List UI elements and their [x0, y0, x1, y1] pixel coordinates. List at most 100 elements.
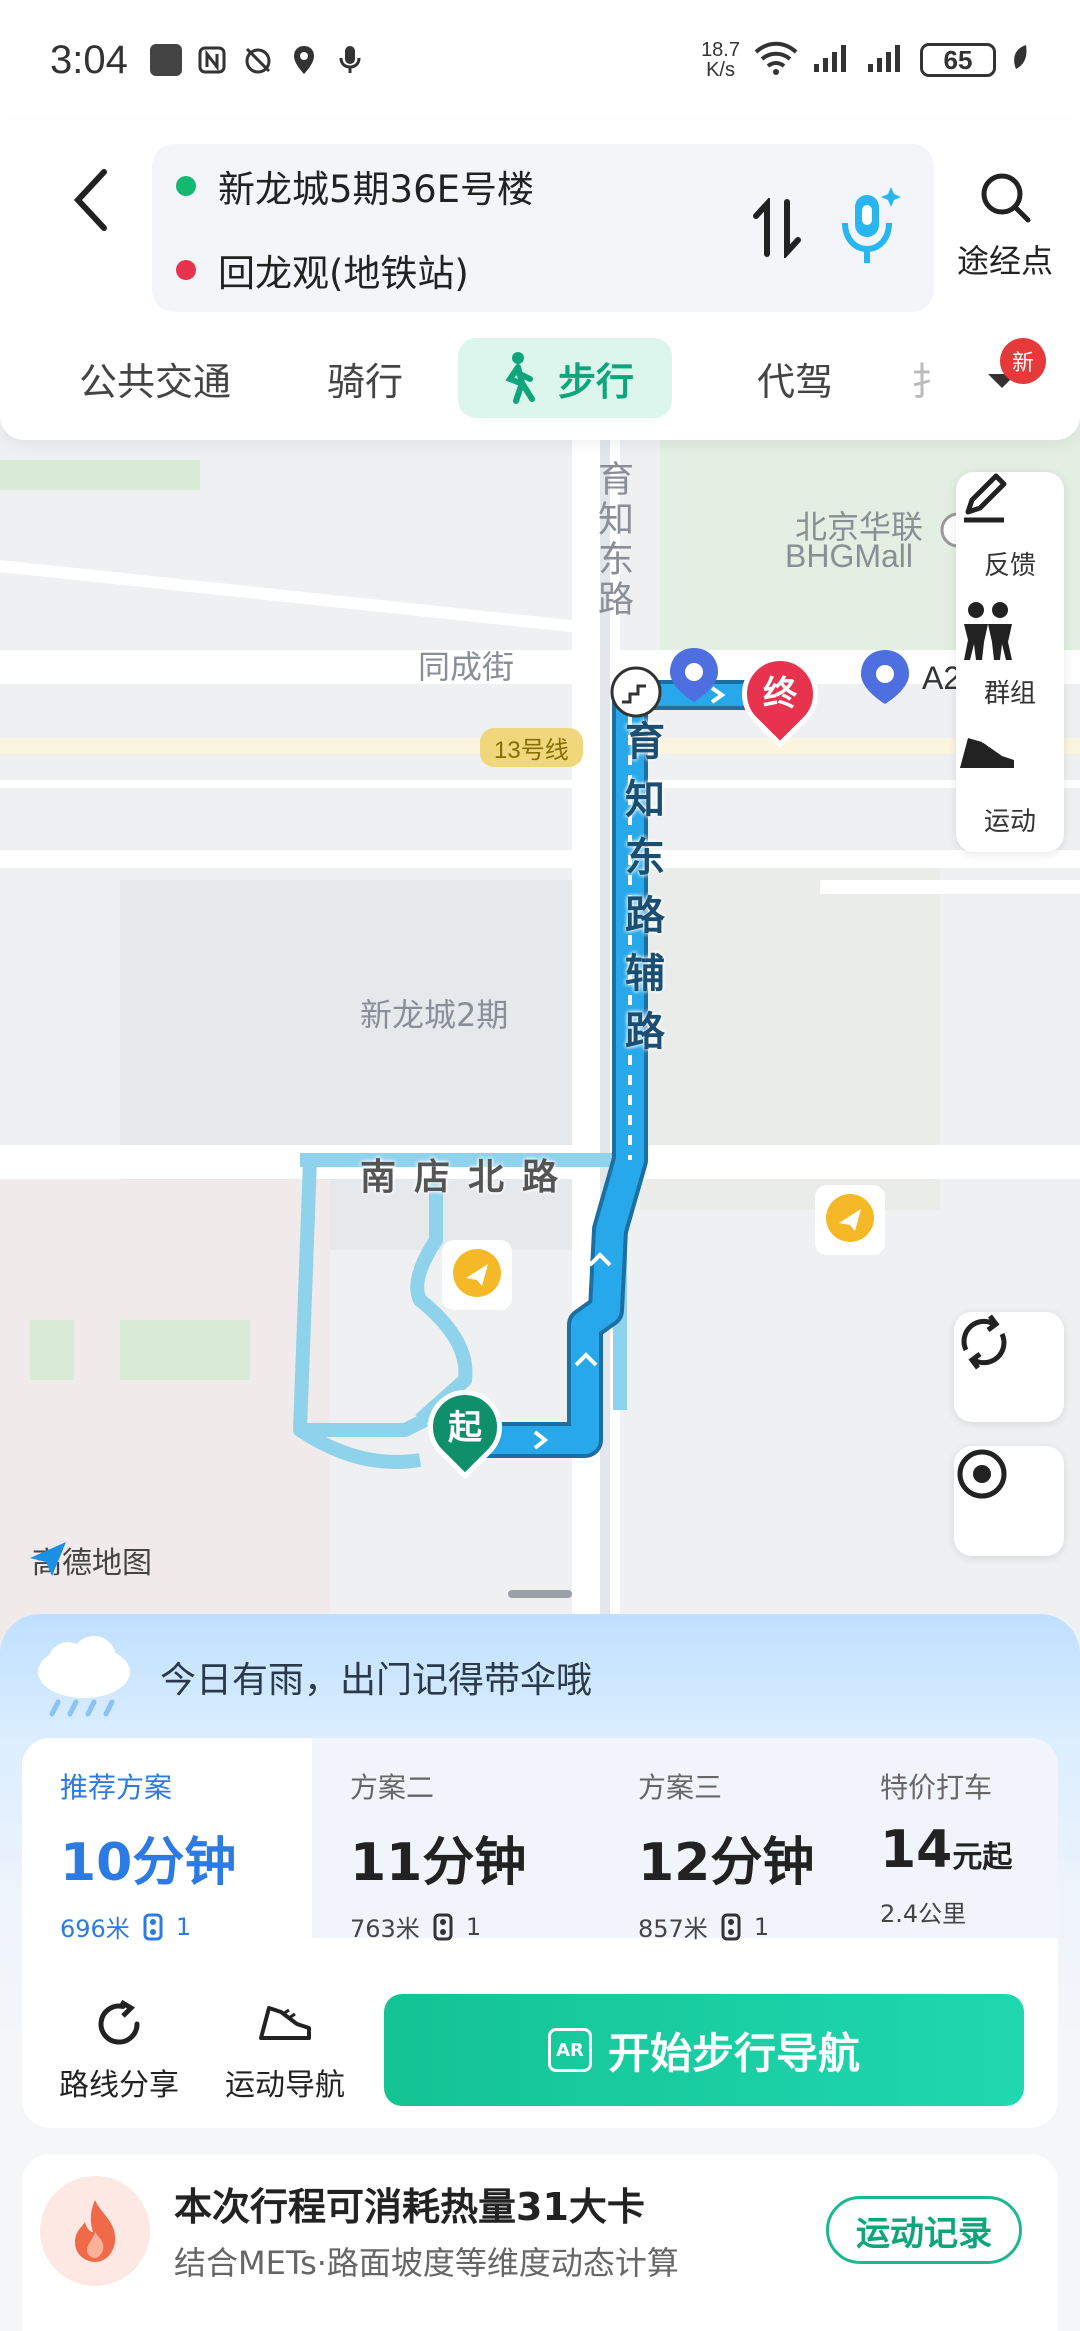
refresh-icon [961, 1314, 1007, 1370]
plan-details: 763米 1 [350, 1909, 592, 1944]
group-icon [964, 602, 1012, 660]
route-bottom-sheet: 今日有雨，出门记得带伞哦 推荐方案 10分钟 696米 1 方案二 11分钟 7… [0, 1614, 1080, 2331]
swap-route-button[interactable] [742, 188, 812, 268]
end-location-field[interactable]: 回龙观(地铁站) [176, 228, 736, 312]
map-view[interactable]: 育知东路 同成街 新龙城2期 北京华联 BHGMall A2 13号线 育知东路… [0, 420, 1080, 1660]
plan-name: 方案二 [350, 1771, 435, 1804]
weather-text: 今日有雨，出门记得带伞哦 [160, 1660, 593, 1701]
map-label-tongcheng-street: 同成街 [418, 648, 515, 686]
end-pin-label: 终 [763, 674, 797, 714]
traffic-light-icon [433, 1913, 453, 1940]
tab-label: 扌 [910, 359, 949, 404]
voice-mic-icon [842, 187, 901, 263]
plan-distance: 696米 [60, 1915, 130, 1943]
share-icon [98, 1999, 140, 2045]
plan-details: 857米 1 [638, 1909, 880, 1944]
plan-time: 14元起 [880, 1820, 1058, 1880]
plan-recommended[interactable]: 推荐方案 10分钟 696米 1 [22, 1738, 302, 1943]
group-button[interactable]: 群组 [956, 600, 1064, 720]
sport-record-button[interactable]: 运动记录 [826, 2196, 1022, 2264]
plan-lights: 1 [753, 1912, 770, 1941]
route-input-box: 新龙城5期36E号楼 回龙观(地铁站) [152, 144, 934, 312]
new-badge: 新 [1000, 338, 1046, 384]
sport-shoe-icon [960, 736, 1014, 768]
travel-mode-tabs: 公共交通 骑行 步行 代驾 扌 新 [0, 338, 1080, 422]
swap-icon [753, 198, 801, 258]
feedback-button[interactable]: 反馈 [956, 472, 1064, 592]
ar-icon: AR [547, 2028, 592, 2072]
map-canvas [0, 420, 1080, 1660]
refresh-route-button[interactable] [954, 1312, 1064, 1422]
back-button[interactable] [60, 160, 120, 240]
map-label-yuzhi-road: 育知东路 [592, 460, 633, 620]
plan-two[interactable]: 方案二 11分钟 763米 1 [312, 1738, 592, 1943]
map-label-xinlongcheng: 新龙城2期 [360, 996, 509, 1034]
tab-label: 代驾 [756, 359, 833, 404]
plan-distance: 2.4公里 [880, 1900, 967, 1928]
start-walking-navigation-button[interactable]: AR 开始步行导航 [384, 1994, 1024, 2106]
nfc-icon [196, 44, 228, 76]
net-speed-unit: K/s [706, 59, 735, 81]
sport-button[interactable]: 运动 [956, 728, 1064, 848]
tab-walking[interactable]: 步行 [458, 338, 672, 418]
net-speed-value: 18.7 [701, 39, 740, 61]
start-location-field[interactable]: 新龙城5期36E号楼 [176, 144, 736, 228]
locate-button[interactable] [954, 1446, 1064, 1556]
plan-name: 特价打车 [880, 1771, 993, 1804]
sheet-drag-handle[interactable] [508, 1590, 572, 1598]
start-pin-label: 起 [448, 1408, 482, 1448]
tab-label: 公共交通 [78, 359, 231, 404]
tab-cycling[interactable]: 骑行 [300, 338, 430, 418]
end-dot-icon [176, 260, 196, 280]
status-time: 3:04 [50, 37, 128, 82]
status-notification-icons [149, 44, 366, 76]
tab-designated-driver[interactable]: 代驾 [730, 338, 860, 418]
microphone-icon [334, 44, 366, 76]
voice-input-button[interactable] [828, 180, 912, 276]
waypoint-button[interactable]: 途经点 [950, 170, 1060, 290]
sport-nav-button[interactable]: 运动导航 [210, 1998, 360, 2108]
back-arrow-icon [73, 169, 107, 231]
flame-icon [40, 2176, 150, 2286]
route-road-label: 育知东路辅路 [618, 720, 664, 1068]
amap-logo: 高德地图 [26, 1538, 152, 1582]
signal-icon-1 [812, 42, 852, 78]
tab-public-transit[interactable]: 公共交通 [60, 338, 250, 418]
taxi-price: 14 [880, 1820, 953, 1880]
metro-line-13-label: 13号线 [480, 728, 583, 767]
route-plans-card: 推荐方案 10分钟 696米 1 方案二 11分钟 763米 1 方案三 12分… [22, 1738, 1058, 2128]
tab-label: 骑行 [326, 359, 403, 404]
tab-more-partial[interactable]: 扌 [900, 338, 960, 418]
map-label-bhgmall: BHGMall [785, 538, 914, 574]
traffic-light-icon [143, 1913, 163, 1940]
feedback-icon [964, 473, 1007, 523]
tab-label: 步行 [557, 359, 634, 404]
map-side-panel: 反馈 群组 运动 [956, 472, 1064, 852]
plan-taxi[interactable]: 特价打车 14元起 2.4公里 [850, 1738, 1058, 1938]
search-icon [981, 173, 1031, 223]
plan-details: 2.4公里 [880, 1894, 1058, 1929]
plan-distance: 763米 [350, 1915, 420, 1943]
plan-name: 推荐方案 [60, 1771, 173, 1804]
waypoint-label: 途经点 [956, 242, 1053, 280]
wifi-icon [754, 41, 798, 79]
calorie-title: 本次行程可消耗热量31大卡 [174, 2185, 645, 2229]
map-label-nandian-road: 南店北路 [360, 1157, 577, 1198]
location-icon [288, 44, 320, 76]
route-header: 新龙城5期36E号楼 回龙观(地铁站) 途经点 公共交通 骑行 步行 代驾 扌 … [0, 120, 1080, 440]
plan-three[interactable]: 方案三 12分钟 857米 1 [600, 1738, 880, 1943]
route-share-button[interactable]: 路线分享 [44, 1998, 194, 2108]
sport-label: 运动 [983, 807, 1036, 837]
plan-time: 12分钟 [638, 1833, 815, 1893]
plan-time: 11分钟 [350, 1833, 527, 1893]
feedback-label: 反馈 [983, 551, 1036, 581]
sport-nav-label: 运动导航 [225, 2068, 345, 2103]
taxi-price-unit: 元起 [952, 1840, 1013, 1875]
calorie-card: 本次行程可消耗热量31大卡 结合METs·路面坡度等维度动态计算 运动记录 [22, 2154, 1058, 2331]
route-share-label: 路线分享 [59, 2068, 179, 2103]
network-speed: 18.7 K/s [701, 40, 740, 80]
end-location-text: 回龙观(地铁站) [218, 252, 469, 295]
plan-lights: 1 [175, 1912, 192, 1941]
traffic-light-icon [721, 1913, 741, 1940]
status-system-icons: 18.7 K/s 65 [701, 40, 1030, 80]
